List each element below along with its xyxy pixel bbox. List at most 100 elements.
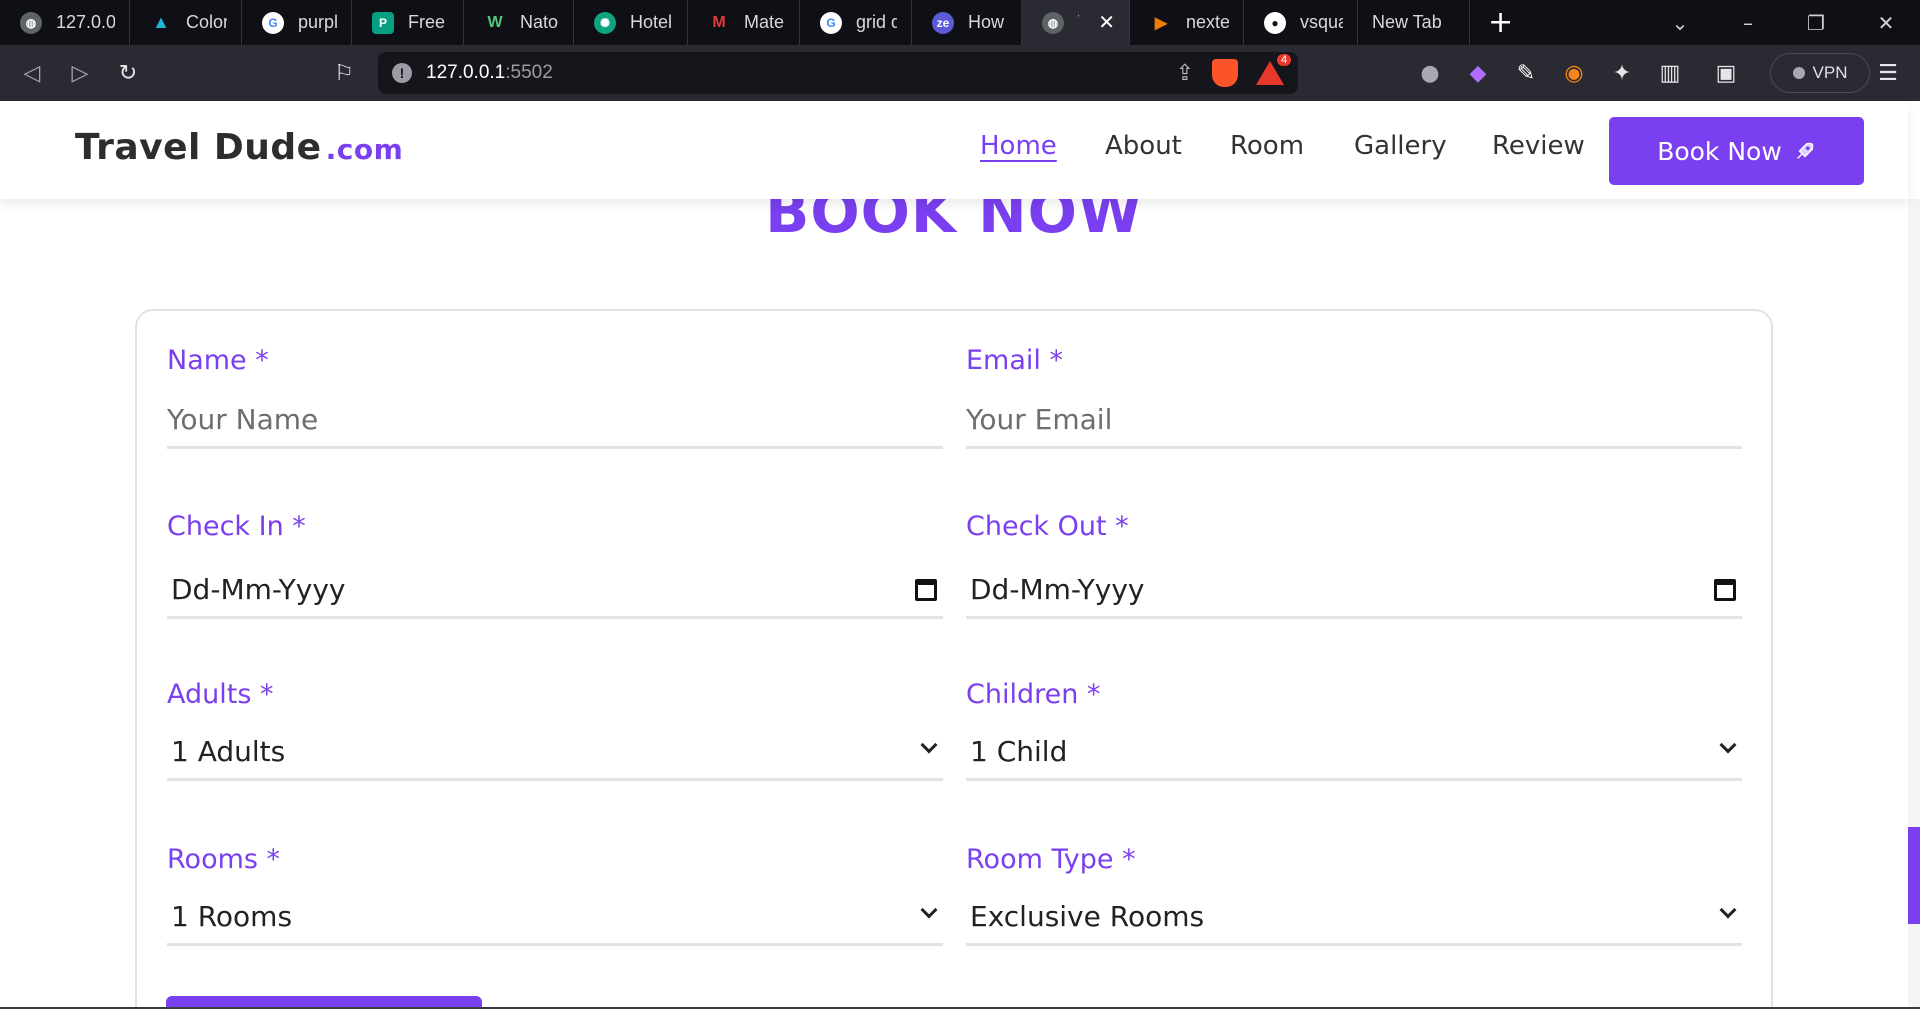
logo-suffix: .com: [325, 133, 404, 166]
brave-rewards-icon[interactable]: 4: [1256, 53, 1293, 85]
browser-tab[interactable]: G grid des: [800, 0, 912, 45]
metamask-icon[interactable]: ◉: [1550, 53, 1598, 93]
close-window-button[interactable]: ✕: [1858, 0, 1914, 45]
extension-gem-icon[interactable]: ◆: [1454, 53, 1502, 93]
github-icon: ●: [1264, 11, 1286, 34]
name-field-group: Name * Your Name: [167, 345, 943, 449]
check-in-value: Dd-Mm-Yyyy: [171, 573, 346, 606]
browser-tab[interactable]: ze How to: [912, 0, 1022, 45]
vpn-button[interactable]: VPN: [1770, 53, 1870, 93]
brave-shields-icon[interactable]: [1212, 59, 1238, 87]
chevron-down-icon: [1719, 901, 1737, 919]
browser-tab[interactable]: G purple v: [242, 0, 352, 45]
site-info-icon[interactable]: !: [392, 63, 412, 83]
tab-title: purple v: [298, 12, 337, 32]
restore-button[interactable]: ❐: [1788, 0, 1844, 45]
browser-tab[interactable]: M Materia: [688, 0, 800, 45]
address-bar[interactable]: ! 127.0.0.1:5502 ⇪ 4: [378, 52, 1298, 94]
room-type-value: Exclusive Rooms: [970, 900, 1205, 933]
color-shades-icon: ▲: [152, 12, 170, 32]
tab-title: 127.0.0.: [56, 12, 115, 32]
browser-tab[interactable]: ▲ Color Sh: [130, 0, 242, 45]
name-placeholder: Your Name: [167, 403, 319, 436]
book-now-label: Book Now: [1657, 136, 1782, 166]
minimize-button[interactable]: –: [1720, 0, 1776, 45]
room-type-select[interactable]: Exclusive Rooms: [966, 890, 1742, 946]
browser-tab[interactable]: ▶ nexter -: [1130, 0, 1244, 45]
share-icon[interactable]: ⇪: [1176, 60, 1194, 86]
calendar-icon[interactable]: [1714, 579, 1736, 601]
tab-title: Color Sh: [186, 12, 227, 32]
chevron-down-icon: [920, 901, 938, 919]
tab-title: vsquare: [1300, 12, 1343, 32]
browser-tab[interactable]: ● vsquare: [1244, 0, 1358, 45]
browser-tab-active[interactable]: ◍ Tra ✕: [1022, 0, 1130, 45]
rooms-value: 1 Rooms: [171, 900, 293, 933]
ze-icon: ze: [932, 11, 954, 34]
tab-title: Natours: [520, 12, 559, 32]
name-label: Name *: [167, 345, 269, 376]
name-input[interactable]: Your Name: [167, 393, 943, 449]
rooms-field-group: Rooms * 1 Rooms: [167, 844, 943, 946]
side-floating-tab[interactable]: [1908, 827, 1920, 924]
check-in-date-input[interactable]: Dd-Mm-Yyyy: [167, 563, 943, 619]
booking-form: Name * Your Name Email * Your Email Chec…: [135, 309, 1773, 1009]
nav-review[interactable]: Review: [1492, 131, 1585, 161]
browser-tab[interactable]: P Free Sto: [352, 0, 464, 45]
check-out-field-group: Check Out * Dd-Mm-Yyyy: [966, 511, 1742, 619]
vpn-label: VPN: [1812, 63, 1848, 82]
pexels-icon: P: [372, 11, 394, 34]
browser-tab[interactable]: ✺ Hotel Bo: [574, 0, 688, 45]
tab-title: Materia: [744, 12, 785, 32]
check-in-label: Check In *: [167, 511, 306, 542]
check-out-date-input[interactable]: Dd-Mm-Yyyy: [966, 563, 1742, 619]
new-tab-button[interactable]: +: [1488, 5, 1513, 40]
reload-button[interactable]: ↻: [104, 53, 152, 93]
children-value: 1 Child: [970, 735, 1068, 768]
site-header: Travel Dude .com Home About Room Gallery …: [0, 101, 1908, 199]
globe-icon: ◍: [1042, 11, 1064, 34]
browser-tab[interactable]: New Tab: [1358, 0, 1470, 45]
bookmark-icon[interactable]: ⚐: [320, 53, 368, 93]
wallet-icon[interactable]: ▣: [1702, 53, 1750, 93]
vpn-status-icon: [1792, 67, 1805, 79]
browser-tab[interactable]: ◍ 127.0.0.: [0, 0, 130, 45]
url-host: 127.0.0.1: [426, 62, 506, 83]
url-port: :5502: [505, 62, 553, 83]
rooms-select[interactable]: 1 Rooms: [167, 890, 943, 946]
forward-button[interactable]: ▷: [56, 53, 104, 93]
check-in-field-group: Check In * Dd-Mm-Yyyy: [167, 511, 943, 619]
children-select[interactable]: 1 Child: [966, 725, 1742, 781]
email-label: Email *: [966, 345, 1063, 376]
email-input[interactable]: Your Email: [966, 393, 1742, 449]
book-now-button[interactable]: Book Now: [1609, 117, 1864, 185]
chatgpt-icon: ✺: [594, 11, 616, 34]
tab-title: How to: [968, 12, 1007, 32]
site-logo[interactable]: Travel Dude .com: [75, 127, 403, 168]
menu-icon[interactable]: ☰: [1864, 53, 1912, 93]
natours-icon: W: [487, 13, 503, 31]
children-label: Children *: [966, 679, 1101, 710]
nav-about[interactable]: About: [1105, 131, 1182, 161]
nav-gallery[interactable]: Gallery: [1354, 131, 1447, 161]
extensions-puzzle-icon[interactable]: ✦: [1598, 53, 1646, 93]
check-out-label: Check Out *: [966, 511, 1129, 542]
calendar-icon[interactable]: [915, 579, 937, 601]
nav-room[interactable]: Room: [1230, 131, 1304, 161]
sidebar-toggle-icon[interactable]: ▥: [1646, 53, 1694, 93]
color-picker-icon[interactable]: ✎: [1502, 53, 1550, 93]
tab-list-chevron-icon[interactable]: ⌄: [1652, 0, 1708, 45]
adults-select[interactable]: 1 Adults: [167, 725, 943, 781]
tab-title: Free Sto: [408, 12, 449, 32]
browser-tab[interactable]: W Natours: [464, 0, 574, 45]
google-icon: G: [262, 11, 284, 34]
nav-home[interactable]: Home: [980, 131, 1057, 161]
browser-toolbar: ◁ ▷ ↻ ⚐ ! 127.0.0.1:5502 ⇪ 4 ● ◆ ✎ ◉ ✦ ▥…: [0, 45, 1920, 101]
google-icon: G: [820, 11, 842, 34]
check-out-value: Dd-Mm-Yyyy: [970, 573, 1145, 606]
back-button[interactable]: ◁: [8, 53, 56, 93]
email-field-group: Email * Your Email: [966, 345, 1742, 449]
tab-title: New Tab: [1372, 12, 1442, 32]
extension-mouse-icon[interactable]: ●: [1406, 53, 1454, 93]
close-tab-icon[interactable]: ✕: [1098, 10, 1115, 35]
